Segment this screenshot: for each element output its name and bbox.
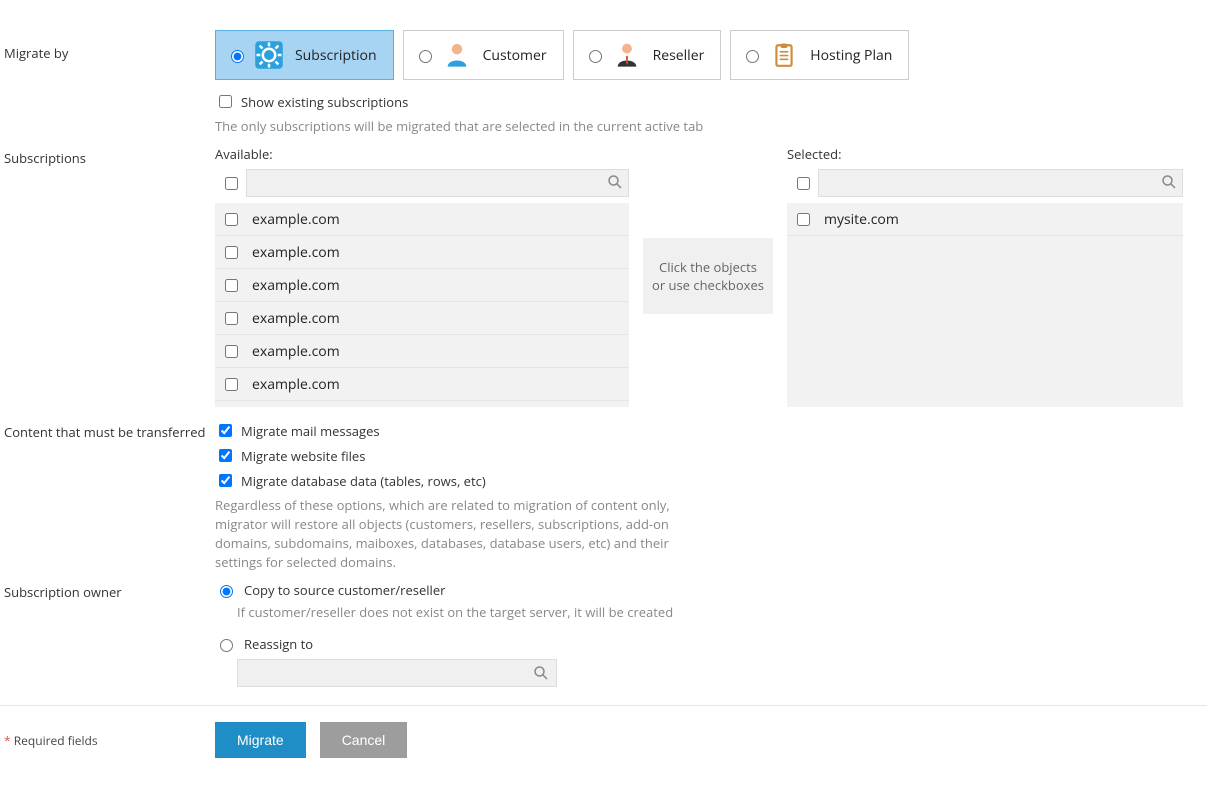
list-item-label: example.com xyxy=(252,276,340,295)
tab-subscription-radio[interactable] xyxy=(231,50,244,63)
list-item-label: mysite.com xyxy=(824,210,899,229)
subscriptions-label: Subscriptions xyxy=(0,145,215,167)
tab-hosting-plan-radio[interactable] xyxy=(746,50,759,63)
available-panel: Available: example.comexample.comexample… xyxy=(215,145,629,407)
required-fields-label: Required fields xyxy=(14,732,98,749)
gear-icon xyxy=(253,39,285,71)
content-hint: Regardless of these options, which are r… xyxy=(215,496,695,571)
list-item-checkbox[interactable] xyxy=(225,213,238,226)
list-item[interactable]: example.com xyxy=(215,203,629,236)
list-item[interactable]: mysite.com xyxy=(787,203,1183,236)
tab-customer-radio[interactable] xyxy=(419,50,432,63)
migrate-button[interactable]: Migrate xyxy=(215,722,306,758)
migrate-mail-checkbox[interactable] xyxy=(219,424,232,437)
migrate-db-label: Migrate database data (tables, rows, etc… xyxy=(241,472,486,490)
owner-reassign-label: Reassign to xyxy=(244,635,313,653)
selected-panel: Selected: mysite.com xyxy=(787,145,1183,407)
list-item-checkbox[interactable] xyxy=(225,378,238,391)
available-select-all-checkbox[interactable] xyxy=(225,177,238,190)
available-search-input[interactable] xyxy=(246,169,629,197)
owner-label: Subscription owner xyxy=(0,581,215,601)
tab-customer-label: Customer xyxy=(483,46,547,65)
migrate-by-label: Migrate by xyxy=(0,30,215,62)
list-item[interactable]: example.com xyxy=(215,269,629,302)
available-listbox[interactable]: example.com example.com example.com example… xyxy=(215,203,629,407)
reassign-to-input[interactable] xyxy=(237,659,557,687)
owner-copy-hint: If customer/reseller does not exist on t… xyxy=(237,603,1207,621)
migrate-by-hint: The only subscriptions will be migrated … xyxy=(215,117,1207,135)
owner-copy-label: Copy to source customer/reseller xyxy=(244,581,445,599)
owner-reassign-radio[interactable] xyxy=(220,639,233,652)
list-item-label: example.com xyxy=(252,243,340,262)
list-item-checkbox[interactable] xyxy=(225,246,238,259)
required-fields-note: * Required fields xyxy=(0,732,215,749)
migrate-mail-label: Migrate mail messages xyxy=(241,422,380,440)
tab-subscription-label: Subscription xyxy=(295,46,377,65)
migrate-files-checkbox[interactable] xyxy=(219,449,232,462)
search-icon xyxy=(1161,174,1177,190)
tab-hosting-plan[interactable]: Hosting Plan xyxy=(730,30,909,80)
customer-icon xyxy=(441,39,473,71)
migrate-db-checkbox[interactable] xyxy=(219,474,232,487)
owner-copy-radio[interactable] xyxy=(220,585,233,598)
list-item[interactable]: example.com xyxy=(215,335,629,368)
list-item-label: example.com xyxy=(252,309,340,328)
tab-hosting-plan-label: Hosting Plan xyxy=(810,46,892,65)
list-item[interactable]: example.com xyxy=(215,368,629,401)
list-item[interactable]: example.com xyxy=(215,236,629,269)
tab-reseller[interactable]: Reseller xyxy=(573,30,722,80)
clipboard-icon xyxy=(768,39,800,71)
migrate-by-tabs: Subscription Customer Reseller xyxy=(215,30,1207,80)
tab-reseller-radio[interactable] xyxy=(589,50,602,63)
selected-select-all-checkbox[interactable] xyxy=(797,177,810,190)
search-icon xyxy=(607,174,623,190)
reseller-icon xyxy=(611,39,643,71)
list-item[interactable]: example.com xyxy=(215,401,629,407)
selected-title: Selected: xyxy=(787,145,1183,163)
selected-listbox[interactable]: mysite.com xyxy=(787,203,1183,407)
cancel-button[interactable]: Cancel xyxy=(320,722,408,758)
list-item-checkbox[interactable] xyxy=(225,345,238,358)
list-item-checkbox[interactable] xyxy=(797,213,810,226)
content-label: Content that must be transferred xyxy=(0,421,215,441)
middle-hint: Click the objects or use checkboxes xyxy=(643,238,773,314)
list-item-checkbox[interactable] xyxy=(225,312,238,325)
show-existing-checkbox[interactable] xyxy=(219,95,232,108)
tab-subscription[interactable]: Subscription xyxy=(215,30,394,80)
available-title: Available: xyxy=(215,145,629,163)
tab-reseller-label: Reseller xyxy=(653,46,705,65)
list-item-label: example.com xyxy=(252,210,340,229)
list-item-checkbox[interactable] xyxy=(225,279,238,292)
list-item[interactable]: example.com xyxy=(215,302,629,335)
list-item-label: example.com xyxy=(252,342,340,361)
divider xyxy=(0,705,1207,706)
tab-customer[interactable]: Customer xyxy=(403,30,564,80)
list-item-label: example.com xyxy=(252,375,340,394)
migrate-files-label: Migrate website files xyxy=(241,447,365,465)
show-existing-label: Show existing subscriptions xyxy=(241,93,408,111)
search-icon xyxy=(533,665,549,681)
selected-search-input[interactable] xyxy=(818,169,1183,197)
